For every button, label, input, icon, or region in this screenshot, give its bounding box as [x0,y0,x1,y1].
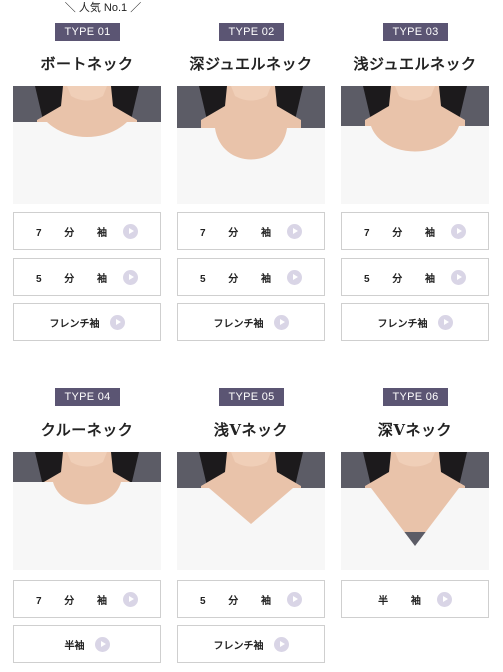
sleeve-button[interactable]: フレンチ袖 [177,303,325,341]
neckline-card: ＼ 人気 No.1 ／ TYPE 01 ボートネック 7 分 袖 5 分 袖フレンチ袖 [13,0,161,345]
neckline-card: TYPE 04 クルーネック 7 分 袖半袖 [13,388,161,664]
play-circle-icon [451,223,467,239]
neckline-title: 深ジュエルネック [189,55,313,73]
sleeve-label: フレンチ袖 [49,318,100,330]
play-circle-icon [287,591,303,607]
sleeve-label: 5 分 袖 [363,273,446,285]
neckline-card: TYPE 03 浅ジュエルネック 7 分 袖 5 分 袖フレンチ袖 [341,0,489,345]
type-badge: TYPE 01 [55,23,120,41]
sleeve-button[interactable]: フレンチ袖 [13,303,161,341]
type-badge: TYPE 04 [55,388,120,406]
sleeve-label: 7 分 袖 [199,227,282,239]
sleeve-button[interactable]: 7 分 袖 [13,212,161,250]
sleeve-button[interactable]: 7 分 袖 [177,212,325,250]
play-circle-icon [273,636,289,652]
play-circle-icon [109,314,125,330]
sleeve-label: 5 分 袖 [199,273,282,285]
play-circle-icon [451,269,467,285]
neckline-photo[interactable] [13,86,161,204]
neckline-title: 深Vネック [377,421,453,439]
sleeve-button[interactable]: 半袖 [13,625,161,663]
type-badge: TYPE 02 [219,23,284,41]
sleeve-label: 7 分 袖 [363,227,446,239]
neckline-title: 浅ジュエルネック [353,55,477,73]
play-circle-icon [437,314,453,330]
type-badge: TYPE 03 [383,23,448,41]
neckline-photo[interactable] [177,452,325,570]
play-circle-icon [123,269,139,285]
sleeve-label: フレンチ袖 [213,318,264,330]
play-circle-icon [123,223,139,239]
play-circle-icon [123,591,139,607]
sleeve-label: フレンチ袖 [213,640,264,652]
play-circle-icon [287,269,303,285]
neckline-card: TYPE 06 深Vネック半 袖 [341,388,489,664]
neckline-title: 浅Vネック [213,421,289,439]
sleeve-button[interactable]: 5 分 袖 [177,258,325,296]
neckline-card: TYPE 02 深ジュエルネック 7 分 袖 5 分 袖フレンチ袖 [177,0,325,345]
neckline-card: TYPE 05 浅Vネック 5 分 袖フレンチ袖 [177,388,325,664]
popular-label: ＼ 人気 No.1 ／ [64,2,142,14]
type-badge: TYPE 06 [383,388,448,406]
sleeve-button[interactable]: 5 分 袖 [341,258,489,296]
sleeve-button[interactable]: 7 分 袖 [13,580,161,618]
neckline-photo[interactable] [177,86,325,204]
sleeve-button[interactable]: フレンチ袖 [177,625,325,663]
play-circle-icon [436,591,452,607]
sleeve-label: フレンチ袖 [377,318,428,330]
sleeve-label: 5 分 袖 [35,273,118,285]
sleeve-button[interactable]: 半 袖 [341,580,489,618]
sleeve-label: 7 分 袖 [35,227,118,239]
sleeve-button[interactable]: 5 分 袖 [13,258,161,296]
type-badge: TYPE 05 [219,388,284,406]
play-circle-icon [287,223,303,239]
sleeve-button[interactable]: 7 分 袖 [341,212,489,250]
play-circle-icon [273,314,289,330]
sleeve-label: 半袖 [64,640,85,652]
neckline-title: クルーネック [40,421,134,439]
neckline-title: ボートネック [40,55,134,73]
sleeve-button[interactable]: フレンチ袖 [341,303,489,341]
neckline-photo[interactable] [341,86,489,204]
neckline-photo[interactable] [341,452,489,570]
sleeve-label: 半 袖 [378,595,431,607]
sleeve-label: 5 分 袖 [199,595,282,607]
neckline-photo[interactable] [13,452,161,570]
play-circle-icon [94,636,110,652]
sleeve-button[interactable]: 5 分 袖 [177,580,325,618]
sleeve-label: 7 分 袖 [35,595,118,607]
